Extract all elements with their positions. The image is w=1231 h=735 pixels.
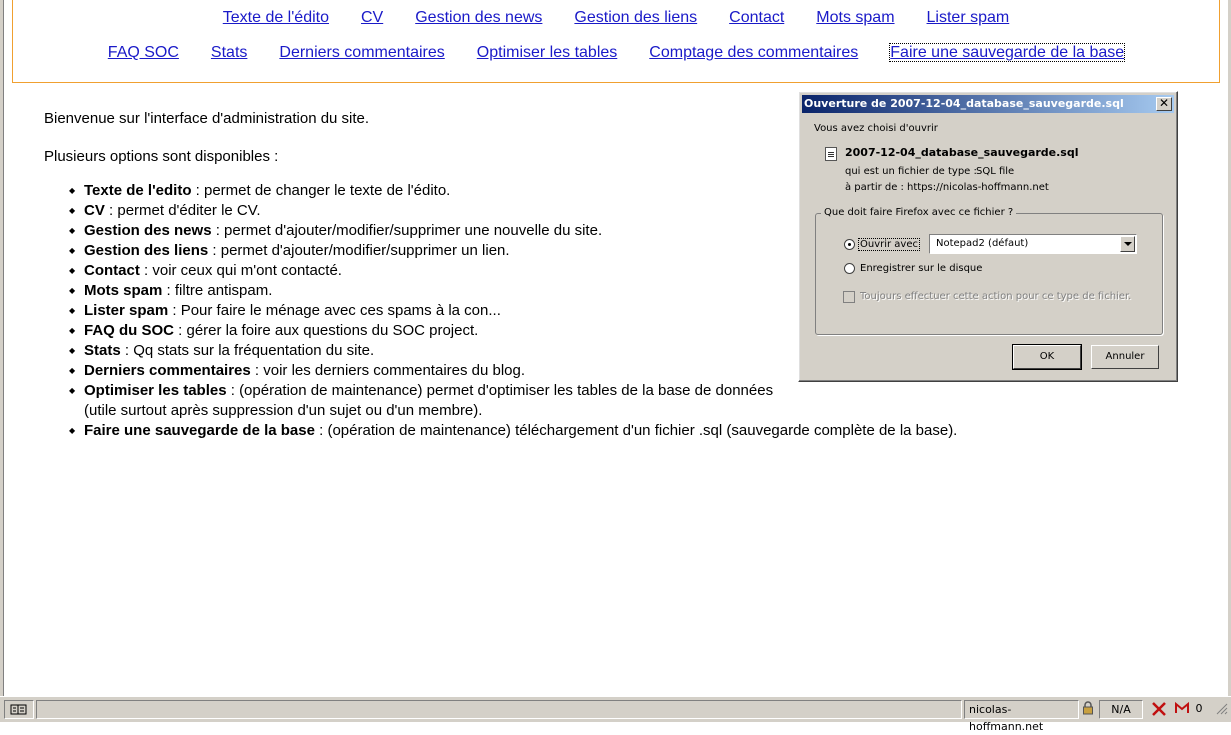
option-term: Gestion des news — [84, 222, 212, 239]
close-button[interactable]: ✕ — [1156, 97, 1172, 111]
action-groupbox — [815, 213, 1163, 335]
list-item: Faire une sauvegarde de la base : (opéra… — [69, 421, 1044, 441]
admin-nav: Texte de l'édito CV Gestion des news Gestio… — [12, 0, 1220, 83]
download-dialog: Ouverture de 2007-12-04_database_sauvega… — [798, 91, 1178, 382]
window-frame-left — [0, 0, 4, 696]
nav-link-contact[interactable]: Contact — [729, 9, 784, 26]
save-to-disk-label[interactable]: Enregistrer sur le disque — [860, 263, 982, 274]
open-with-label[interactable]: Ouvrir avec — [857, 238, 921, 251]
option-term: Contact — [84, 262, 140, 279]
file-source-value: https://nicolas-hoffmann.net — [907, 182, 1049, 193]
always-do-label: Toujours effectuer cette action pour ce … — [860, 291, 1132, 302]
option-desc: : filtre antispam. — [162, 282, 273, 299]
nav-link-cv[interactable]: CV — [361, 9, 383, 26]
save-to-disk-radio[interactable] — [844, 263, 855, 274]
action-group-label: Que doit faire Firefox avec ce fichier ? — [821, 207, 1017, 218]
option-term: Mots spam — [84, 282, 163, 299]
option-term: Derniers commentaires — [84, 362, 251, 379]
ok-button[interactable]: OK — [1012, 344, 1082, 370]
option-desc-continued: (utile surtout après suppression d'un su… — [84, 402, 483, 419]
nav-link-count-comments[interactable]: Comptage des commentaires — [649, 44, 858, 61]
chosen-label: Vous avez choisi d'ouvrir — [814, 123, 938, 134]
nav-link-links[interactable]: Gestion des liens — [574, 9, 697, 26]
lock-icon[interactable] — [1079, 701, 1097, 717]
status-domain: nicolas-hoffmann.net — [964, 700, 1079, 733]
dialog-titlebar[interactable]: Ouverture de 2007-12-04_database_sauvega… — [802, 95, 1174, 113]
option-desc: : permet d'ajouter/modifier/supprimer un… — [208, 242, 510, 259]
nav-link-optimize-tables[interactable]: Optimiser les tables — [477, 44, 618, 61]
nav-link-edito[interactable]: Texte de l'édito — [223, 9, 329, 26]
option-desc: : permet de changer le texte de l'édito. — [191, 182, 451, 199]
option-desc: : voir ceux qui m'ont contacté. — [139, 262, 342, 279]
option-term: Faire une sauvegarde de la base — [84, 422, 315, 439]
file-type-label: qui est un fichier de type : — [845, 166, 977, 177]
option-desc: : (opération de maintenance) permet d'op… — [226, 382, 774, 399]
option-term: CV — [84, 202, 105, 219]
option-desc: : permet d'éditer le CV. — [104, 202, 261, 219]
option-term: Stats — [84, 342, 121, 359]
option-desc: : Pour faire le ménage avec ces spams à … — [168, 302, 501, 319]
chevron-down-icon[interactable] — [1120, 236, 1135, 252]
nav-link-list-spam[interactable]: Lister spam — [927, 9, 1010, 26]
option-term: Gestion des liens — [84, 242, 209, 259]
status-text-panel — [36, 700, 962, 719]
close-icon: ✕ — [1158, 96, 1170, 110]
window-frame-right — [1227, 0, 1231, 696]
application-select[interactable]: Notepad2 (défaut) — [929, 234, 1137, 254]
application-select-value: Notepad2 (défaut) — [936, 238, 1029, 249]
block-icon[interactable] — [1148, 701, 1170, 717]
file-type-value: SQL file — [976, 166, 1015, 177]
list-item: Optimiser les tables : (opération de mai… — [69, 381, 1044, 421]
option-desc: : permet d'ajouter/modifier/supprimer un… — [211, 222, 603, 239]
file-name: 2007-12-04_database_sauvegarde.sql — [845, 146, 1079, 159]
open-with-radio[interactable] — [844, 239, 855, 250]
resize-grip-icon[interactable] — [1213, 701, 1228, 717]
option-desc: : voir les derniers commentaires du blog… — [250, 362, 526, 379]
nav-link-faq-soc[interactable]: FAQ SOC — [108, 44, 179, 61]
sql-file-icon — [825, 147, 837, 161]
nav-link-stats[interactable]: Stats — [211, 44, 247, 61]
always-do-checkbox[interactable] — [843, 291, 855, 303]
option-term: Texte de l'edito — [84, 182, 192, 199]
option-term: Optimiser les tables — [84, 382, 227, 399]
option-term: Lister spam — [84, 302, 169, 319]
file-source-label: à partir de : — [845, 182, 904, 193]
cancel-button[interactable]: Annuler — [1091, 345, 1159, 369]
nav-row-2: FAQ SOC Stats Derniers commentaires Optimis… — [13, 43, 1219, 62]
nav-link-spam-words[interactable]: Mots spam — [816, 9, 894, 26]
option-term: FAQ du SOC — [84, 322, 174, 339]
nav-link-news[interactable]: Gestion des news — [415, 9, 542, 26]
option-desc: : Qq stats sur la fréquentation du site. — [120, 342, 375, 359]
status-na: N/A — [1099, 700, 1143, 719]
mail-icon[interactable] — [1173, 701, 1191, 717]
option-desc: : gérer la foire aux questions du SOC pr… — [174, 322, 479, 339]
page-layout-icon[interactable] — [4, 700, 34, 719]
dialog-title: Ouverture de 2007-12-04_database_sauvega… — [804, 97, 1124, 110]
nav-link-backup-db[interactable]: Faire une sauvegarde de la base — [889, 43, 1126, 62]
nav-link-last-comments[interactable]: Derniers commentaires — [279, 44, 444, 61]
option-desc: : (opération de maintenance) téléchargem… — [314, 422, 958, 439]
nav-row-1: Texte de l'édito CV Gestion des news Gestio… — [13, 9, 1219, 27]
browser-statusbar: nicolas-hoffmann.net N/A 0 — [0, 696, 1231, 733]
mail-count: 0 — [1195, 702, 1203, 715]
